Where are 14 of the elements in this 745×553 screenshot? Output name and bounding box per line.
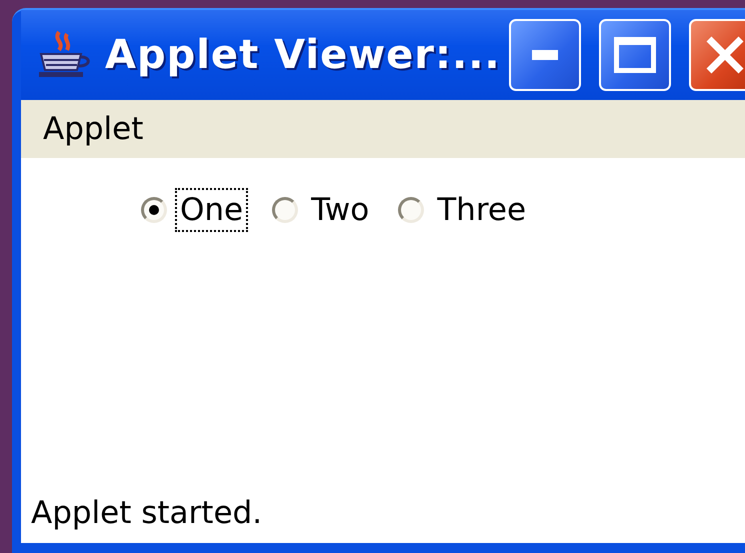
maximize-button[interactable] <box>598 19 671 91</box>
close-icon <box>704 35 745 75</box>
radio-label[interactable]: Two <box>306 188 374 232</box>
radio-label[interactable]: Three <box>432 188 532 232</box>
close-button[interactable] <box>688 19 745 91</box>
radio-button[interactable] <box>272 197 298 223</box>
window-title: Applet Viewer:... <box>105 32 501 78</box>
minimize-button[interactable] <box>508 19 581 91</box>
radio-button[interactable] <box>398 197 424 223</box>
radio-label[interactable]: One <box>175 188 248 232</box>
radio-button[interactable] <box>141 197 167 223</box>
status-text: Applet started. <box>31 495 264 531</box>
menu-item[interactable]: Applet <box>43 111 144 147</box>
minimize-icon <box>532 50 558 60</box>
